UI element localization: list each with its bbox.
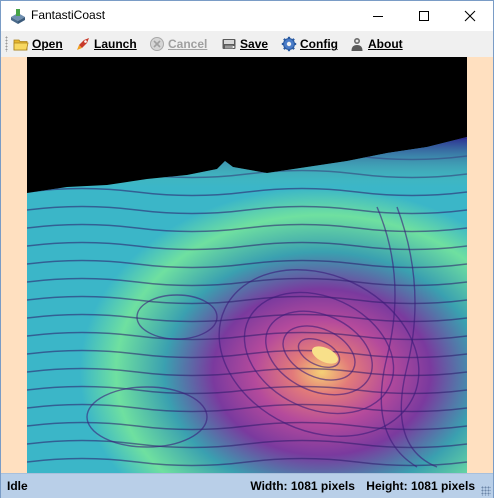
maximize-icon	[419, 11, 429, 21]
close-icon	[464, 10, 476, 22]
app-icon	[11, 9, 25, 24]
save-label: Save	[240, 37, 269, 51]
terrain-image[interactable]	[27, 57, 467, 473]
launch-button[interactable]: Launch	[75, 34, 137, 54]
save-button[interactable]: Save	[221, 34, 268, 54]
gear-icon	[281, 36, 297, 52]
minimize-button[interactable]	[355, 1, 401, 31]
rocket-icon	[77, 38, 89, 50]
width-label: Width: 1081 pixels	[250, 479, 355, 493]
title-bar[interactable]: FantastiCoast	[1, 1, 493, 31]
about-button[interactable]: About	[349, 34, 403, 54]
status-text: Idle	[7, 479, 28, 493]
app-window: FantastiCoast Open Launch Cancel Save Co…	[0, 0, 494, 498]
person-icon	[351, 38, 363, 51]
config-button[interactable]: Config	[281, 34, 338, 54]
open-label: Open	[32, 37, 63, 51]
close-button[interactable]	[447, 1, 493, 31]
folder-icon	[13, 39, 29, 51]
height-label: Height: 1081 pixels	[366, 479, 475, 493]
resize-grip[interactable]	[481, 486, 491, 496]
toolbar-grip[interactable]	[5, 36, 8, 52]
canvas-area	[1, 57, 493, 473]
save-icon	[222, 39, 236, 49]
cancel-button[interactable]: Cancel	[149, 34, 207, 54]
about-label: About	[368, 37, 403, 51]
window-title: FantastiCoast	[31, 8, 106, 22]
image-dimensions: Width: 1081 pixels Height: 1081 pixels	[250, 479, 475, 493]
terrain-rendering	[27, 137, 467, 473]
cancel-icon	[150, 37, 164, 51]
launch-label: Launch	[94, 37, 137, 51]
status-bar: Idle Width: 1081 pixels Height: 1081 pix…	[1, 473, 493, 498]
open-button[interactable]: Open	[13, 34, 63, 54]
config-label: Config	[300, 37, 338, 51]
cancel-label: Cancel	[168, 37, 208, 51]
maximize-button[interactable]	[401, 1, 447, 31]
toolbar: Open Launch Cancel Save Config About	[1, 31, 493, 57]
minimize-icon	[373, 16, 383, 17]
